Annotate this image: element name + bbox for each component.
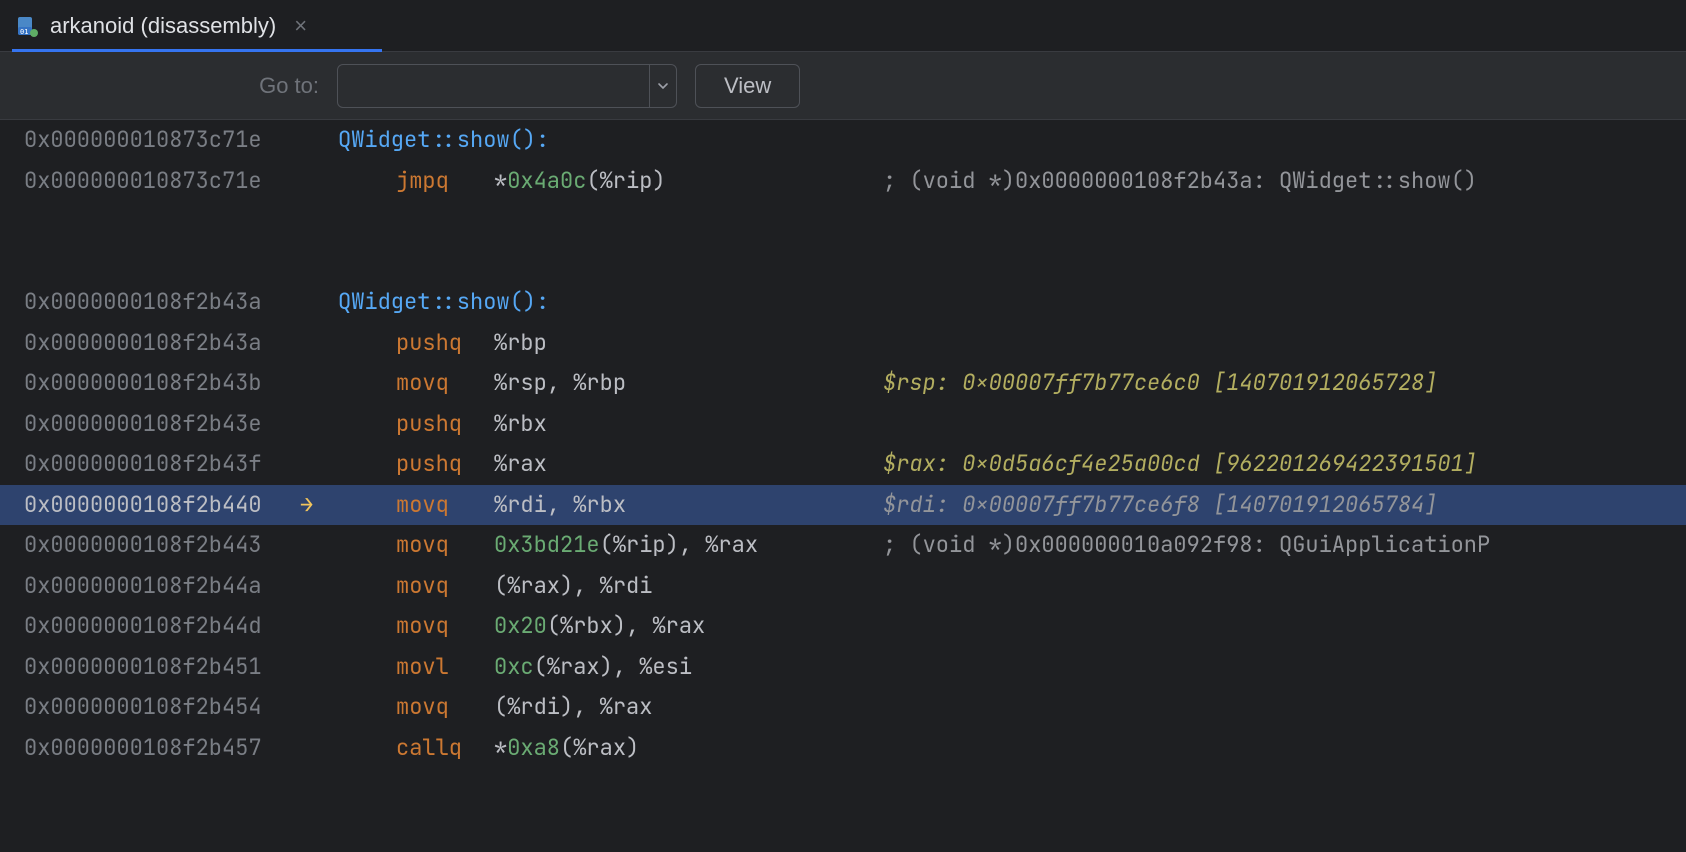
address: 0x0000000108f2b44a [0, 566, 300, 607]
address: 0x0000000108f2b43b [0, 363, 300, 404]
address: 0x0000000108f2b43a [0, 282, 300, 323]
disasm-row[interactable]: 0x0000000108f2b451 movl0xc(%rax), %esi [0, 647, 1686, 688]
address: 0x0000000108f2b43e [0, 404, 300, 445]
disasm-row[interactable]: 0x0000000108f2b454 movq(%rdi), %rax [0, 687, 1686, 728]
code: pushq%rbp [338, 323, 1686, 364]
disasm-row[interactable]: 0x0000000108f2b44d movq0x20(%rbx), %rax [0, 606, 1686, 647]
disasm-row[interactable]: 0x0000000108f2b43f pushq%rax$rax: 0x0d5a6… [0, 444, 1686, 485]
code: movq0x20(%rbx), %rax [338, 606, 1686, 647]
toolbar: Go to: View [0, 52, 1686, 120]
code: movq(%rdi), %rax [338, 687, 1686, 728]
code: movq(%rax), %rdi [338, 566, 1686, 607]
disassembly-view[interactable]: 0x000000010873c71eQWidget::show():0x0000… [0, 120, 1686, 768]
disasm-row[interactable]: 0x0000000108f2b43a pushq%rbp [0, 323, 1686, 364]
address: 0x0000000108f2b454 [0, 687, 300, 728]
code: movq%rsp, %rbp$rsp: 0x00007ff7b77ce6c0 [… [338, 363, 1686, 404]
goto-dropdown[interactable] [649, 65, 676, 107]
code: movq0x3bd21e(%rip), %rax; (void *)0x0000… [338, 525, 1686, 566]
address: 0x0000000108f2b440 [0, 485, 300, 526]
tab-title: arkanoid (disassembly) [50, 13, 276, 39]
goto-input-group [337, 64, 677, 108]
address: 0x0000000108f2b44d [0, 606, 300, 647]
chevron-down-icon [656, 79, 670, 93]
current-instruction-arrow-icon: → [300, 485, 338, 526]
address: 0x0000000108f2b443 [0, 525, 300, 566]
address: 0x0000000108f2b43a [0, 323, 300, 364]
disasm-row[interactable] [0, 242, 1686, 283]
code: pushq%rbx [338, 404, 1686, 445]
close-icon[interactable]: × [288, 9, 313, 43]
tab-disassembly[interactable]: 01 arkanoid (disassembly) × [12, 0, 329, 51]
disasm-row[interactable]: 0x000000010873c71e QWidget::show(): [0, 120, 1686, 161]
tab-active-indicator [12, 49, 382, 52]
disasm-row[interactable]: 0x0000000108f2b43a QWidget::show(): [0, 282, 1686, 323]
code: movq%rdi, %rbx$rdi: 0x00007ff7b77ce6f8 [… [338, 485, 1686, 526]
address: 0x0000000108f2b451 [0, 647, 300, 688]
code: jmpq*0x4a0c(%rip); (void *)0x0000000108f… [338, 161, 1686, 202]
disasm-row[interactable]: 0x0000000108f2b457 callq*0xa8(%rax) [0, 728, 1686, 769]
address: 0x0000000108f2b43f [0, 444, 300, 485]
disasm-row[interactable]: 0x0000000108f2b43e pushq%rbx [0, 404, 1686, 445]
goto-label: Go to: [14, 73, 319, 99]
disasm-row[interactable]: 0x0000000108f2b43b movq%rsp, %rbp$rsp: 0x… [0, 363, 1686, 404]
goto-input[interactable] [338, 65, 649, 107]
code: QWidget::show(): [338, 120, 1686, 161]
disasm-row[interactable]: 0x000000010873c71e jmpq*0x4a0c(%rip); (vo… [0, 161, 1686, 202]
disasm-row[interactable]: 0x0000000108f2b440→movq%rdi, %rbx$rdi: 0… [0, 485, 1686, 526]
address: 0x0000000108f2b457 [0, 728, 300, 769]
svg-text:01: 01 [20, 28, 28, 36]
address: 0x000000010873c71e [0, 120, 300, 161]
view-button[interactable]: View [695, 64, 800, 108]
disasm-row[interactable]: 0x0000000108f2b443 movq0x3bd21e(%rip), %r… [0, 525, 1686, 566]
code: QWidget::show(): [338, 282, 1686, 323]
address: 0x000000010873c71e [0, 161, 300, 202]
disasm-row[interactable]: 0x0000000108f2b44a movq(%rax), %rdi [0, 566, 1686, 607]
code: pushq%rax$rax: 0x0d5a6cf4e25a00cd [96220… [338, 444, 1686, 485]
tab-bar: 01 arkanoid (disassembly) × [0, 0, 1686, 52]
disasm-row[interactable] [0, 201, 1686, 242]
code: callq*0xa8(%rax) [338, 728, 1686, 769]
code: movl0xc(%rax), %esi [338, 647, 1686, 688]
binary-file-icon: 01 [16, 15, 38, 37]
